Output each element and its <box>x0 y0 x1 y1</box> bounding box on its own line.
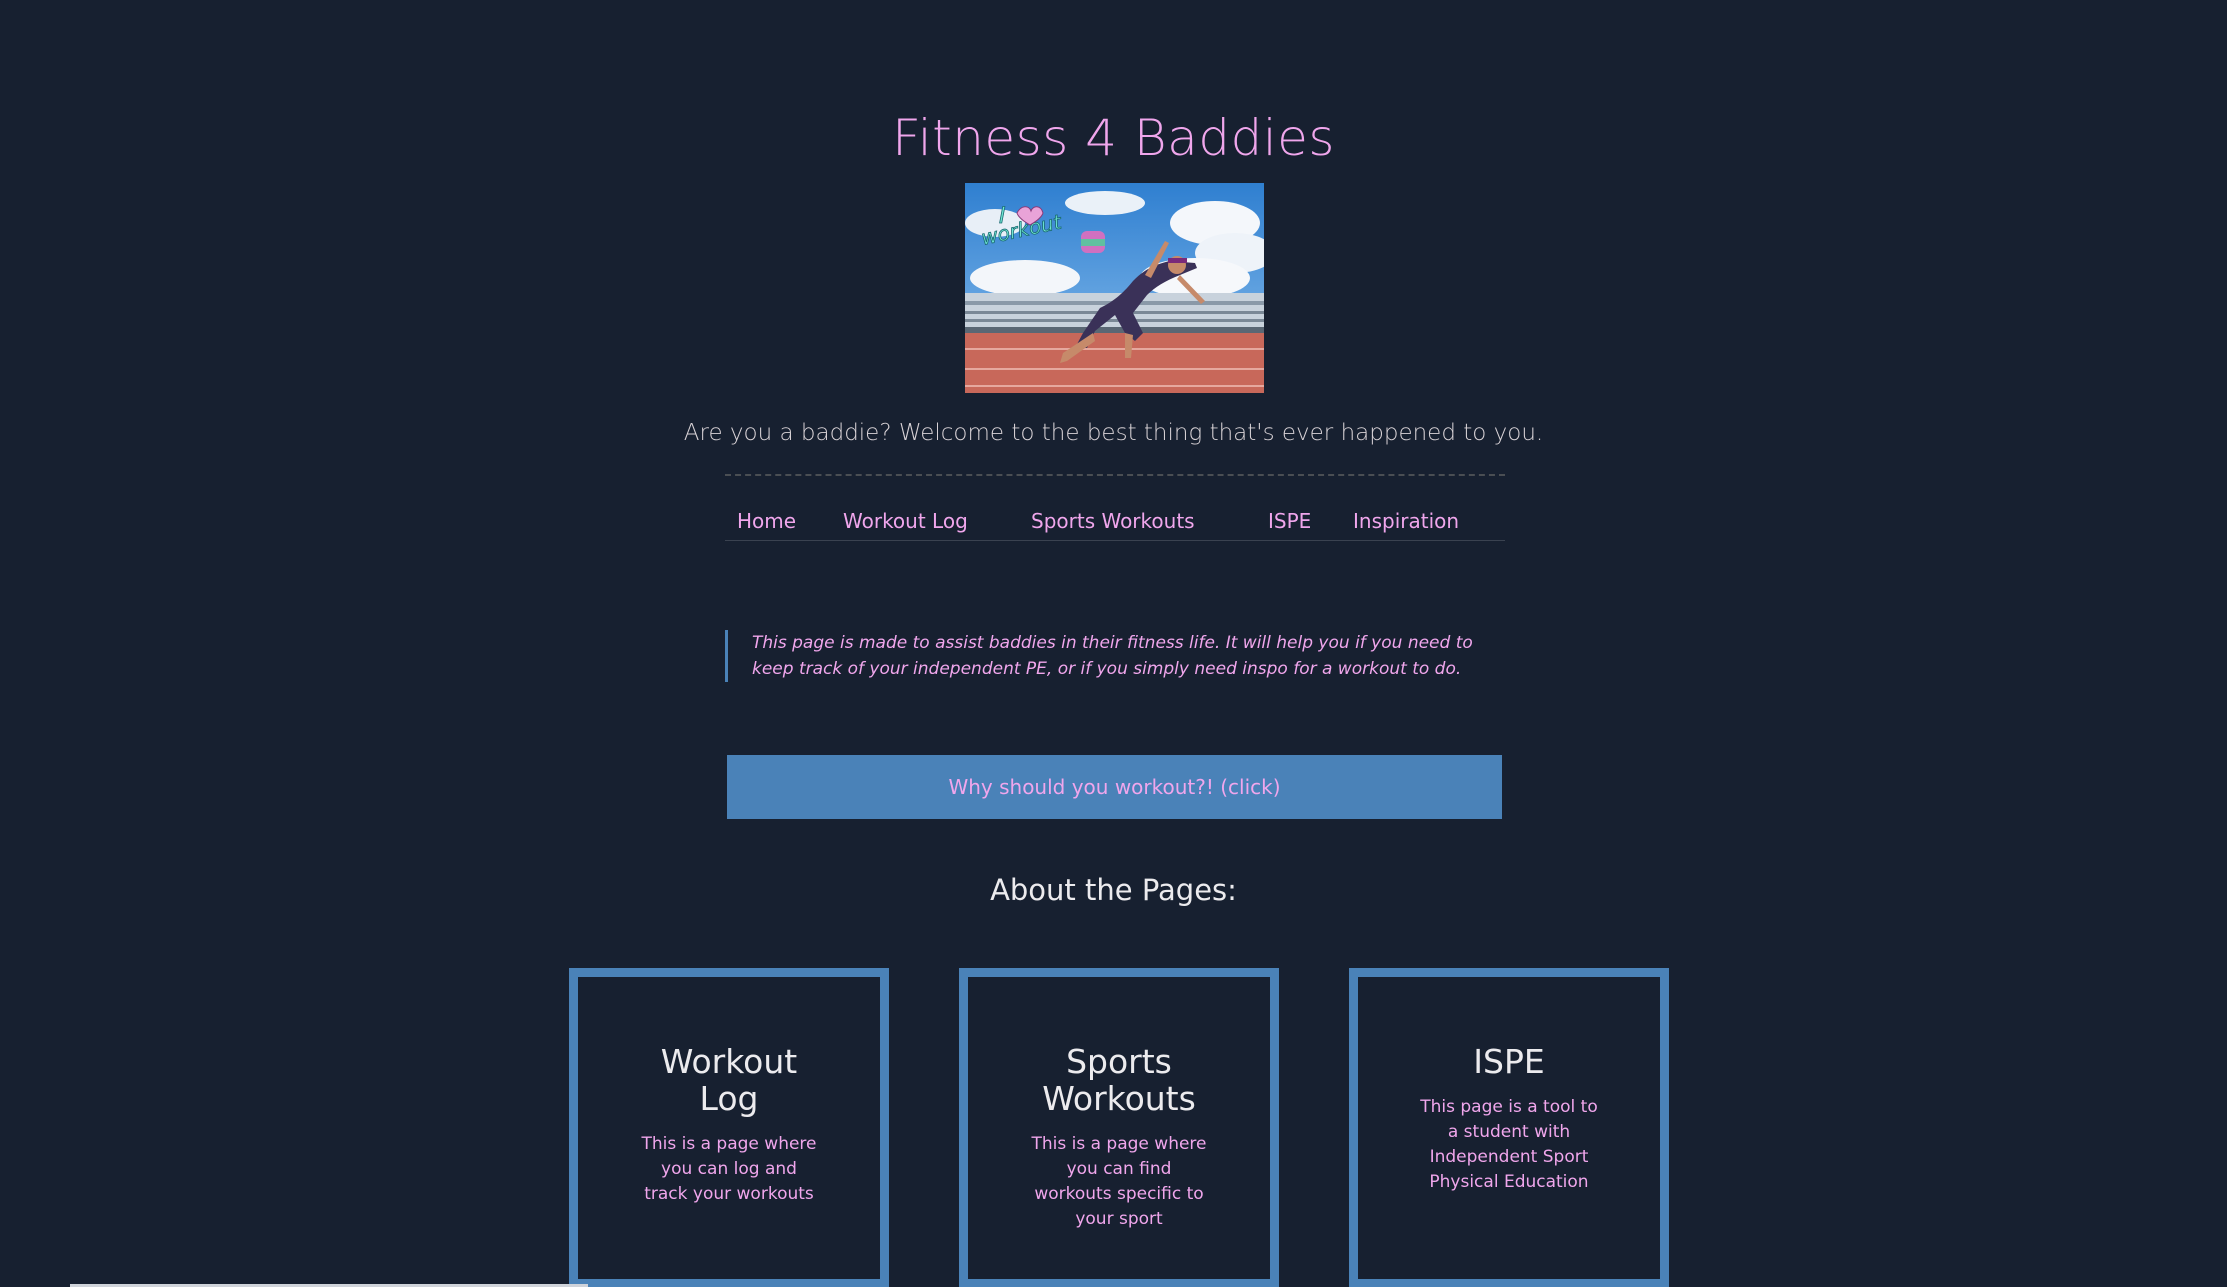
card-ispe[interactable]: ISPE This page is a tool to a student wi… <box>1349 968 1669 1287</box>
nav-item-sports-workouts[interactable]: Sports Workouts <box>1031 500 1195 542</box>
card-title: Sports Workouts <box>1042 1042 1196 1118</box>
nav-item-workout-log[interactable]: Workout Log <box>843 500 968 542</box>
nav-item-ispe[interactable]: ISPE <box>1268 500 1311 542</box>
card-title: Workout Log <box>660 1042 798 1118</box>
why-workout-button[interactable]: Why should you workout?! (click) <box>727 755 1502 819</box>
page-title: Fitness 4 Baddies <box>892 109 1335 167</box>
page: Fitness 4 Baddies I workout Are you a ba… <box>0 0 2227 1287</box>
about-section-title: About the Pages: <box>990 873 1237 907</box>
main-nav: Home Workout Log Sports Workouts ISPE In… <box>725 500 1505 541</box>
header-divider <box>725 474 1505 476</box>
nav-item-home[interactable]: Home <box>737 500 796 542</box>
tagline: Are you a baddie? Welcome to the best th… <box>683 420 1544 446</box>
hero-image: I workout <box>965 183 1264 393</box>
card-title: ISPE <box>1473 1042 1545 1081</box>
intro-quote: This page is made to assist baddies in t… <box>725 630 1495 682</box>
card-description: This is a page where you can find workou… <box>1031 1134 1207 1229</box>
nav-item-inspiration[interactable]: Inspiration <box>1353 500 1459 542</box>
card-sports-workouts[interactable]: Sports Workouts This is a page where you… <box>959 968 1279 1287</box>
card-workout-log[interactable]: Workout Log This is a page where you can… <box>569 968 889 1287</box>
card-description: This page is a tool to a student with In… <box>1420 1097 1598 1192</box>
card-description: This is a page where you can log and tra… <box>641 1134 817 1204</box>
